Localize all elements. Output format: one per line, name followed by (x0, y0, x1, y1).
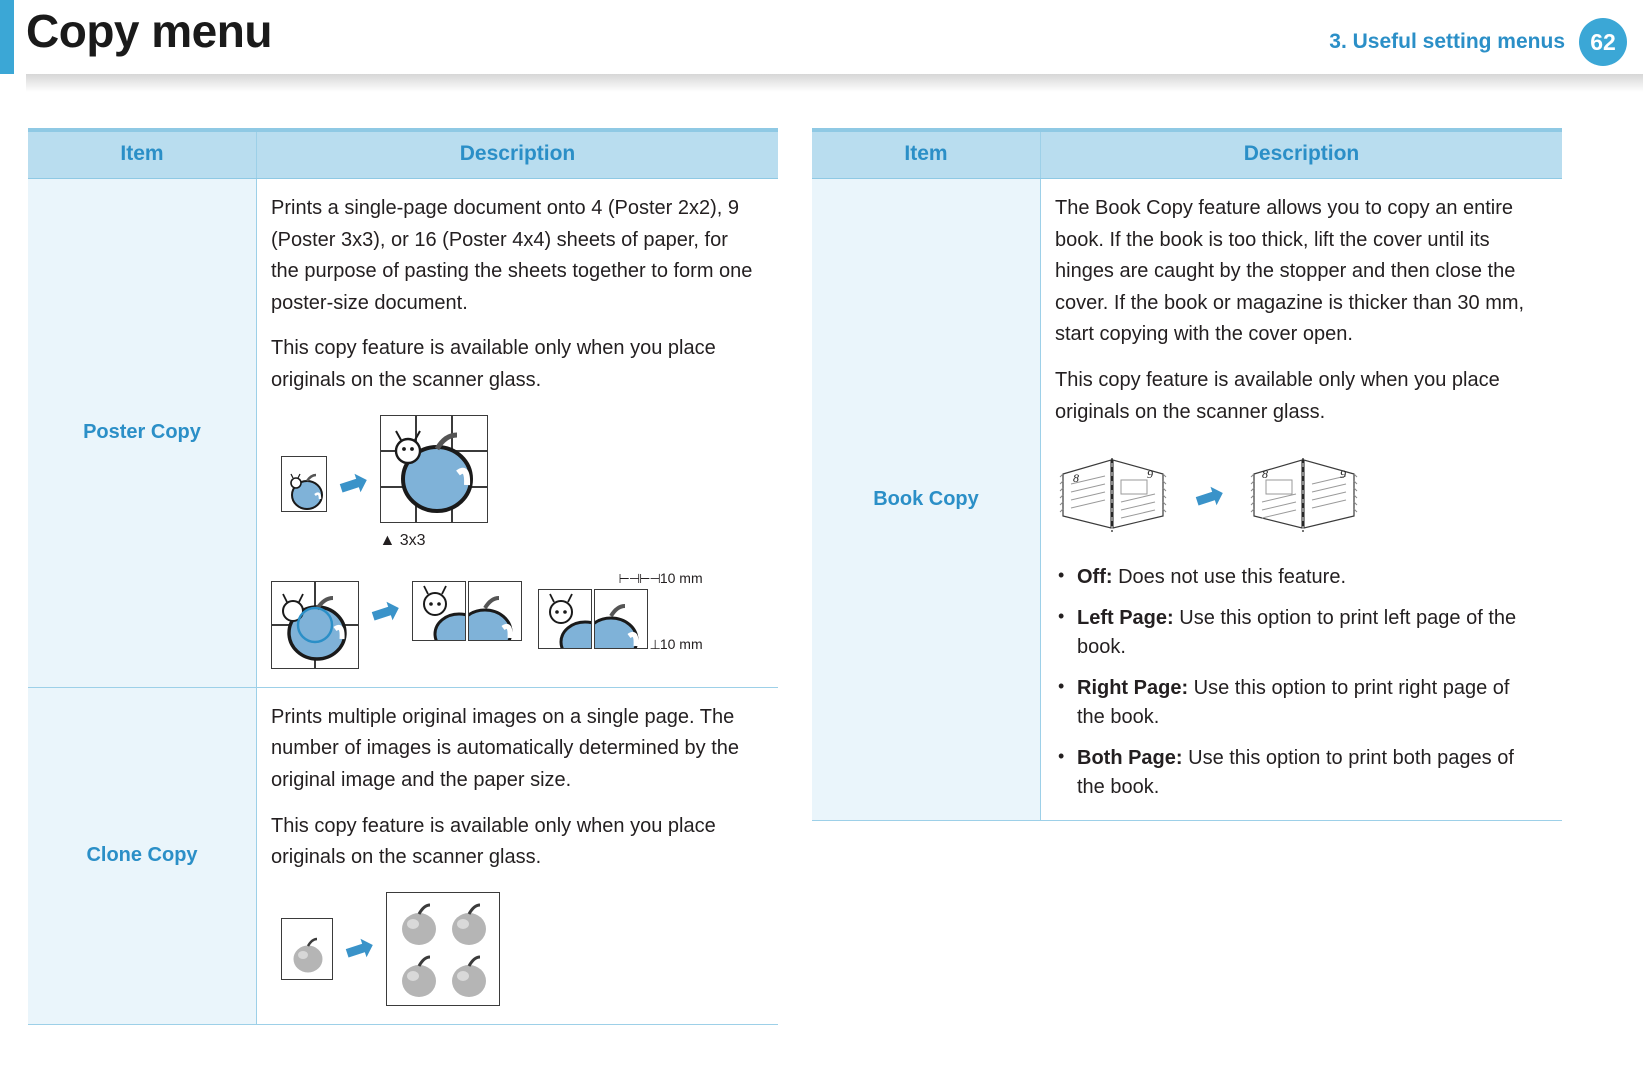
apple-worm-icon (290, 473, 323, 510)
book-copy-options-list: Off: Does not use this feature. Left Pag… (1055, 562, 1538, 802)
grid-cell (379, 414, 416, 451)
list-item: Left Page: Use this option to print left… (1055, 603, 1538, 662)
apple-gray-icon (293, 937, 323, 973)
header-shadow-divider (26, 74, 1643, 92)
poster-overlap-source (271, 580, 359, 669)
grid-cell (271, 580, 315, 625)
apple-grid-2x2-icon (401, 903, 486, 997)
margin-tick-marks: ⊢⊣⊢⊣ (618, 570, 661, 586)
table-header-row: Item Description (28, 128, 778, 179)
apple-half-icon (468, 595, 513, 640)
original-sheet-icon (281, 455, 327, 512)
option-term: Right Page: (1077, 676, 1189, 699)
margin-label-top: 10 mm (659, 569, 703, 586)
grid-cell (379, 450, 416, 487)
book-open-result: 8 9 (1246, 444, 1364, 551)
grid-cell (271, 624, 315, 669)
list-item: Right Page: Use this option to print rig… (1055, 673, 1538, 732)
paragraph: Prints multiple original images on a sin… (271, 705, 740, 792)
margin-label-bottom-row: ⊥10 mm (650, 633, 703, 656)
book-open-source: 8 9 (1055, 444, 1173, 551)
right-column: Item Description Book Copy The Book Copy… (812, 128, 1562, 1025)
content-area: Item Description Poster Copy Prints a si… (0, 128, 1643, 1025)
clone-copy-figure: ➡ (271, 891, 754, 1006)
list-item: Off: Does not use this feature. (1055, 562, 1538, 592)
poster-sheet (411, 580, 466, 641)
poster-pair-b-group: ⊢⊣⊢⊣10 mm ⊥10 mm (537, 567, 703, 656)
item-label-clone-copy: Clone Copy (28, 687, 257, 1025)
poster-pair-a (411, 580, 522, 641)
poster-pair-b (537, 589, 648, 650)
margin-tick-marks-vertical: ⊥ (649, 637, 661, 653)
grid-cell (415, 414, 452, 451)
option-term: Off: (1077, 565, 1113, 588)
grid-cell (379, 486, 416, 523)
worm-half-icon (548, 593, 591, 649)
table-row: Poster Copy Prints a single-page documen… (28, 178, 778, 688)
column-header-item: Item (28, 128, 257, 179)
poster-sheet (593, 589, 648, 650)
left-column: Item Description Poster Copy Prints a si… (28, 128, 778, 1025)
margin-label-top-row: ⊢⊣⊢⊣10 mm (538, 567, 703, 590)
item-label-book-copy: Book Copy (812, 178, 1041, 821)
grid-cell (451, 486, 488, 523)
book-page-number-left: 8 (1262, 467, 1268, 481)
paragraph: Prints a single-page document onto 4 (Po… (271, 197, 753, 314)
option-term: Both Page: (1077, 746, 1183, 769)
apple-half-icon (594, 604, 639, 649)
grid-cell (451, 414, 488, 451)
clone-output-sheet (385, 891, 500, 1006)
column-header-description: Description (256, 128, 778, 179)
table-row: Clone Copy Prints multiple original imag… (28, 687, 778, 1025)
right-spec-table: Item Description Book Copy The Book Copy… (812, 128, 1562, 821)
paragraph: This copy feature is available only when… (1055, 368, 1500, 423)
paragraph: This copy feature is available only when… (271, 814, 716, 869)
worm-half-icon (422, 585, 465, 640)
poster-sheet (537, 589, 592, 650)
page-header: Copy menu 3. Useful setting menus 62 (0, 0, 1643, 92)
table-row: Book Copy The Book Copy feature allows y… (812, 178, 1562, 821)
left-spec-table: Item Description Poster Copy Prints a si… (28, 128, 778, 1025)
grid-cell (415, 486, 452, 523)
open-book-icon: 8 9 (1059, 458, 1167, 533)
poster-sheet (467, 580, 522, 641)
chapter-label: 3. Useful setting menus (1329, 30, 1565, 53)
list-item: Both Page: Use this option to print both… (1055, 743, 1538, 802)
transform-arrow-icon: ➡ (365, 589, 405, 635)
header-accent-bar (0, 0, 14, 74)
book-page-number-right: 9 (1147, 467, 1153, 481)
paragraph: This copy feature is available only when… (271, 337, 716, 391)
paragraph: The Book Copy feature allows you to copy… (1055, 197, 1525, 346)
poster-grid-3x3 (379, 414, 488, 523)
table-header-row: Item Description (812, 128, 1562, 179)
grid-cell (315, 624, 359, 669)
open-book-result-icon: 8 9 (1250, 458, 1357, 533)
poster-copy-figure: ➡ ▲ 3x3 ➡ ⊢⊣⊢⊣10 mm ⊥10 mm (271, 414, 754, 669)
option-term: Left Page: (1077, 606, 1174, 629)
original-sheet-icon (281, 917, 333, 980)
description-book-copy: The Book Copy feature allows you to copy… (1040, 178, 1562, 821)
column-header-description: Description (1040, 128, 1562, 179)
page-number-badge: 62 (1579, 18, 1627, 66)
transform-arrow-icon: ➡ (1189, 474, 1229, 520)
description-poster-copy: Prints a single-page document onto 4 (Po… (256, 178, 778, 688)
book-page-number-left: 8 (1073, 471, 1079, 485)
figure-caption-3x3: ▲ 3x3 (379, 531, 426, 549)
column-header-item: Item (812, 128, 1041, 179)
book-copy-figure: 8 9 ➡ 8 9 (1055, 444, 1538, 551)
poster-grid-2x2 (271, 580, 359, 669)
item-label-poster-copy: Poster Copy (28, 178, 257, 688)
page-title: Copy menu (26, 5, 272, 57)
description-clone-copy: Prints multiple original images on a sin… (256, 687, 778, 1025)
margin-label-bottom: 10 mm (659, 636, 703, 653)
poster-3x3-group: ▲ 3x3 (379, 414, 488, 553)
grid-cell (415, 450, 452, 487)
grid-cell (315, 580, 359, 625)
transform-arrow-icon: ➡ (333, 461, 373, 507)
header-chapter-group: 3. Useful setting menus 62 (1329, 18, 1627, 66)
transform-arrow-icon: ➡ (339, 926, 379, 972)
grid-cell (451, 450, 488, 487)
option-text: Does not use this feature. (1112, 565, 1347, 588)
book-page-number-right: 9 (1340, 467, 1346, 481)
